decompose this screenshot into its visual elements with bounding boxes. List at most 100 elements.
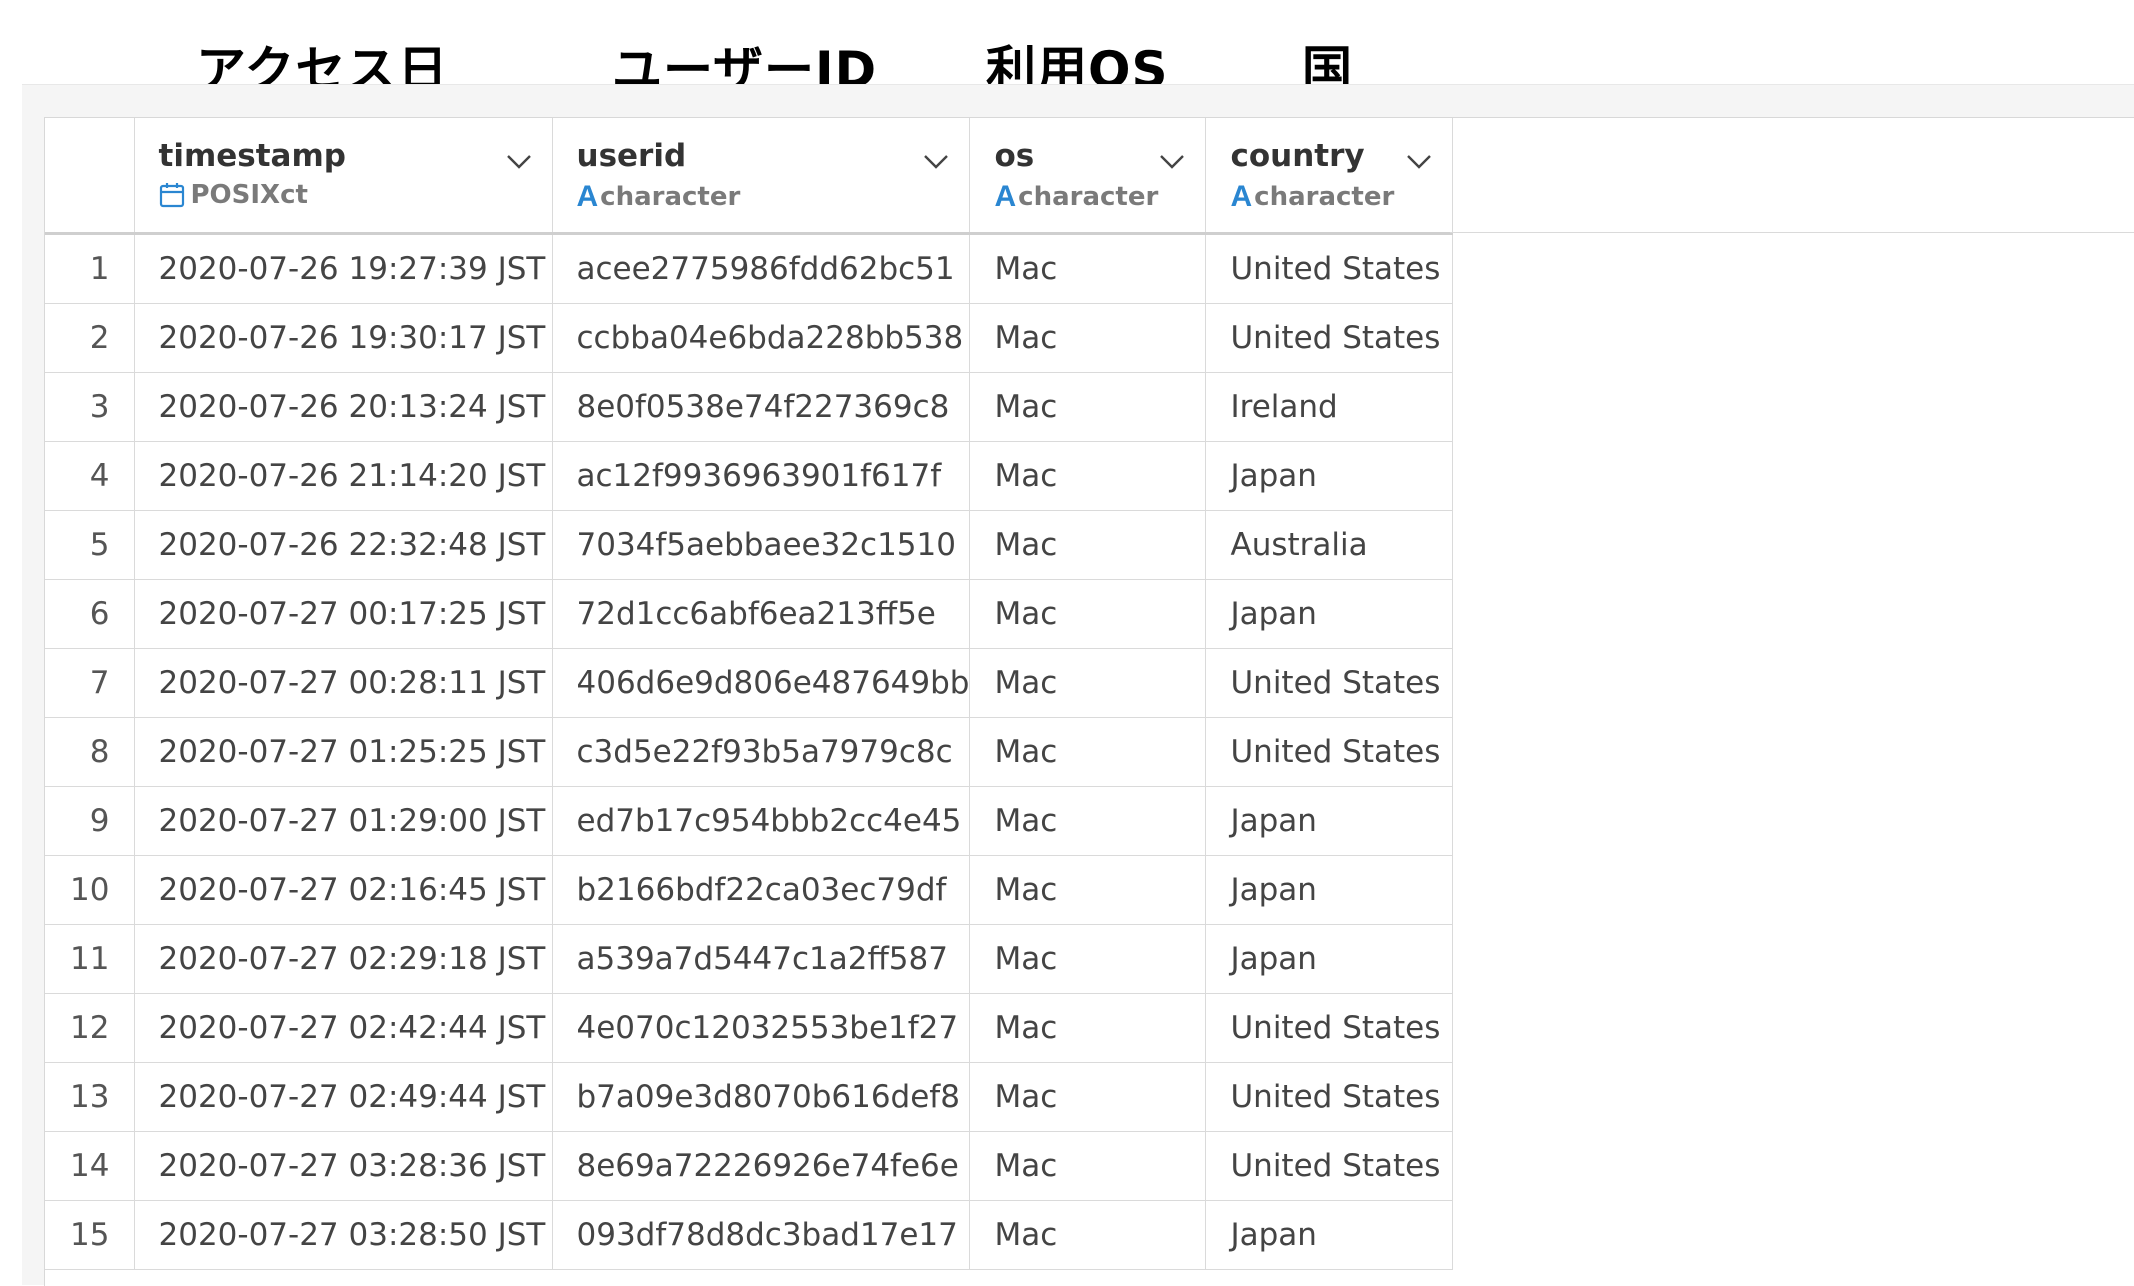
cell-os[interactable]: Mac [969,924,1207,994]
cell-timestamp[interactable]: 2020-07-26 20:13:24 JST [134,372,553,442]
row-number[interactable]: 2 [45,303,135,373]
cell-os[interactable]: Mac [969,648,1207,718]
cell-country[interactable]: Japan [1205,855,1454,925]
row-number[interactable]: 6 [45,579,135,649]
cell-os[interactable]: Mac [969,233,1207,304]
cell-userid[interactable]: ac12f9936963901f617f [552,441,971,511]
cell-userid[interactable]: 093df78d8dc3bad17e17 [552,1200,971,1270]
table-row[interactable]: 4 2020-07-26 21:14:20 JST ac12f9936963901f… [45,441,1454,511]
cell-timestamp[interactable]: 2020-07-27 03:28:50 JST [134,1200,553,1270]
row-number[interactable]: 13 [45,1062,135,1132]
cell-timestamp[interactable]: 2020-07-26 22:32:48 JST [134,510,553,580]
row-number[interactable]: 15 [45,1200,135,1270]
cell-timestamp[interactable]: 2020-07-27 00:28:11 JST [134,648,553,718]
cell-country[interactable]: United States [1205,233,1454,304]
cell-country[interactable]: United States [1205,1062,1454,1132]
row-number[interactable]: 7 [45,648,135,718]
table-row[interactable]: 10 2020-07-27 02:16:45 JST b2166bdf22ca03e… [45,855,1454,925]
cell-timestamp[interactable]: 2020-07-27 02:49:44 JST [134,1062,553,1132]
table-row[interactable]: 11 2020-07-27 02:29:18 JST a539a7d5447c1a2… [45,924,1454,994]
cell-country[interactable]: Japan [1205,1200,1454,1270]
character-type-icon: A [994,180,1017,213]
cell-userid[interactable]: ed7b17c954bbb2cc4e45 [552,786,971,856]
table-row[interactable]: 14 2020-07-27 03:28:36 JST 8e69a72226926e7… [45,1131,1454,1201]
cell-os[interactable]: Mac [969,303,1207,373]
row-number[interactable]: 8 [45,717,135,787]
cell-os[interactable]: Mac [969,717,1207,787]
cell-userid[interactable]: 8e0f0538e74f227369c8 [552,372,971,442]
cell-os[interactable]: Mac [969,510,1207,580]
table-row[interactable]: 9 2020-07-27 01:29:00 JST ed7b17c954bbb2cc… [45,786,1454,856]
table-row[interactable]: 15 2020-07-27 03:28:50 JST 093df78d8dc3bad… [45,1200,1454,1270]
cell-userid[interactable]: a539a7d5447c1a2ff587 [552,924,971,994]
column-name: os [994,138,1035,174]
cell-userid[interactable]: 8e69a72226926e74fe6e [552,1131,971,1201]
column-header-os[interactable]: os A character [969,118,1207,235]
cell-os[interactable]: Mac [969,786,1207,856]
cell-os[interactable]: Mac [969,855,1207,925]
cell-country[interactable]: United States [1205,717,1454,787]
cell-country[interactable]: United States [1205,993,1454,1063]
table-row[interactable]: 13 2020-07-27 02:49:44 JST b7a09e3d8070b61… [45,1062,1454,1132]
row-number[interactable]: 4 [45,441,135,511]
column-header-country[interactable]: country A character [1205,118,1454,235]
chevron-down-icon[interactable] [1406,154,1432,170]
cell-os[interactable]: Mac [969,372,1207,442]
row-number[interactable]: 11 [45,924,135,994]
cell-userid[interactable]: 4e070c12032553be1f27 [552,993,971,1063]
cell-timestamp[interactable]: 2020-07-27 00:17:25 JST [134,579,553,649]
row-number[interactable]: 14 [45,1131,135,1201]
cell-userid[interactable]: b2166bdf22ca03ec79df [552,855,971,925]
cell-userid[interactable]: acee2775986fdd62bc51 [552,233,971,304]
table-row[interactable]: 1 2020-07-26 19:27:39 JST acee2775986fdd62… [45,233,1454,304]
cell-country[interactable]: Japan [1205,441,1454,511]
row-number[interactable]: 12 [45,993,135,1063]
cell-os[interactable]: Mac [969,1062,1207,1132]
cell-country[interactable]: Japan [1205,579,1454,649]
cell-os[interactable]: Mac [969,579,1207,649]
cell-timestamp[interactable]: 2020-07-27 01:29:00 JST [134,786,553,856]
cell-country[interactable]: Japan [1205,924,1454,994]
cell-userid[interactable]: 72d1cc6abf6ea213ff5e [552,579,971,649]
cell-country[interactable]: Australia [1205,510,1454,580]
cell-timestamp[interactable]: 2020-07-26 19:27:39 JST [134,233,553,304]
cell-timestamp[interactable]: 2020-07-27 03:28:36 JST [134,1131,553,1201]
table-row[interactable]: 2 2020-07-26 19:30:17 JST ccbba04e6bda228b… [45,303,1454,373]
cell-country[interactable]: United States [1205,648,1454,718]
table-row[interactable]: 5 2020-07-26 22:32:48 JST 7034f5aebbaee32c… [45,510,1454,580]
chevron-down-icon[interactable] [923,154,949,170]
cell-timestamp[interactable]: 2020-07-27 02:42:44 JST [134,993,553,1063]
cell-os[interactable]: Mac [969,993,1207,1063]
table-row[interactable]: 7 2020-07-27 00:28:11 JST 406d6e9d806e4876… [45,648,1454,718]
cell-userid[interactable]: 7034f5aebbaee32c1510 [552,510,971,580]
cell-timestamp[interactable]: 2020-07-27 02:29:18 JST [134,924,553,994]
chevron-down-icon[interactable] [506,154,532,170]
row-number[interactable]: 3 [45,372,135,442]
cell-os[interactable]: Mac [969,441,1207,511]
cell-os[interactable]: Mac [969,1131,1207,1201]
cell-userid[interactable]: b7a09e3d8070b616def8 [552,1062,971,1132]
row-number[interactable]: 5 [45,510,135,580]
row-number[interactable]: 1 [45,233,135,304]
chevron-down-icon[interactable] [1159,154,1185,170]
cell-os[interactable]: Mac [969,1200,1207,1270]
table-row[interactable]: 12 2020-07-27 02:42:44 JST 4e070c12032553b… [45,993,1454,1063]
cell-country[interactable]: Japan [1205,786,1454,856]
table-row[interactable]: 8 2020-07-27 01:25:25 JST c3d5e22f93b5a797… [45,717,1454,787]
cell-userid[interactable]: c3d5e22f93b5a7979c8c [552,717,971,787]
row-number[interactable]: 9 [45,786,135,856]
cell-timestamp[interactable]: 2020-07-27 02:16:45 JST [134,855,553,925]
column-header-timestamp[interactable]: timestamp POSIXct [134,118,553,235]
column-header-userid[interactable]: userid A character [552,118,971,235]
table-row[interactable]: 3 2020-07-26 20:13:24 JST 8e0f0538e74f2273… [45,372,1454,442]
cell-userid[interactable]: 406d6e9d806e487649bb [552,648,971,718]
table-row[interactable]: 6 2020-07-27 00:17:25 JST 72d1cc6abf6ea213… [45,579,1454,649]
row-number[interactable]: 10 [45,855,135,925]
cell-timestamp[interactable]: 2020-07-26 19:30:17 JST [134,303,553,373]
cell-country[interactable]: United States [1205,303,1454,373]
cell-timestamp[interactable]: 2020-07-26 21:14:20 JST [134,441,553,511]
cell-timestamp[interactable]: 2020-07-27 01:25:25 JST [134,717,553,787]
cell-userid[interactable]: ccbba04e6bda228bb538 [552,303,971,373]
cell-country[interactable]: United States [1205,1131,1454,1201]
cell-country[interactable]: Ireland [1205,372,1454,442]
